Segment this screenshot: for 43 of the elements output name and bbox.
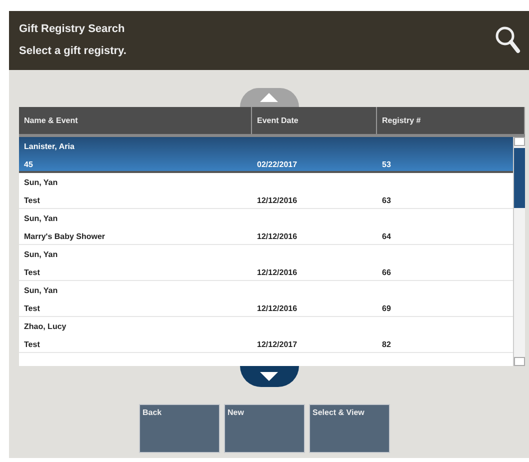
scroll-down-button[interactable] [240,366,298,387]
registry-row[interactable]: Sun, Yan Test 12/12/2016 69 [19,281,513,317]
registry-row[interactable]: Sun, Yan Test 12/12/2016 66 [19,245,513,281]
registry-row[interactable]: Sun, Yan Test 12/12/2016 63 [19,173,513,209]
event-date: 02/22/2017 [256,158,298,170]
registrant-name: Sun, Yan [23,176,59,188]
event-name: Marry's Baby Shower [23,230,106,243]
event-name: Test [23,266,41,278]
registry-number: 82 [381,338,392,350]
screen-prompt: Select a gift registry. [19,45,126,57]
event-date: 12/12/2016 [256,194,298,206]
event-date: 12/12/2017 [256,338,298,350]
registrant-name: Zhao, Lucy [23,320,68,333]
registry-row[interactable]: Zhao, Lucy Test 12/12/2017 82 [19,317,513,353]
event-date: 12/12/2016 [256,266,298,278]
down-arrow-icon [260,372,278,381]
registrant-name: Sun, Yan [23,248,59,260]
event-date: 12/12/2016 [256,230,298,242]
event-name: Test [23,302,41,314]
column-header: Registry # [377,107,525,134]
event-name: 45 [23,158,34,170]
event-name: Test [23,338,41,350]
registry-number: 63 [381,194,392,206]
action-button[interactable]: Select & View [308,404,390,453]
registry-number: 69 [381,302,392,314]
action-button[interactable]: New [224,404,304,453]
event-name: Test [23,194,41,206]
column-header: Event Date [252,107,377,134]
registry-number: 66 [381,266,392,278]
column-header: Name & Event [19,107,252,134]
registrant-name: Sun, Yan [23,212,59,224]
registry-row[interactable]: Sun, Yan Marry's Baby Shower 12/12/2016 64 [19,209,513,245]
registry-number: 64 [381,230,392,242]
up-arrow-icon [260,93,278,102]
registry-number: 53 [381,158,392,170]
search-icon[interactable] [495,26,521,54]
registrant-name: Lanister, Aria [23,140,76,152]
action-button[interactable]: Back [138,404,220,453]
registrant-name: Sun, Yan [23,284,59,296]
scroll-bar[interactable] [513,137,525,366]
registry-row[interactable]: Lanister, Aria 45 02/22/2017 53 [19,137,513,173]
event-date: 12/12/2016 [256,302,298,314]
screen-title: Gift Registry Search [19,23,126,35]
